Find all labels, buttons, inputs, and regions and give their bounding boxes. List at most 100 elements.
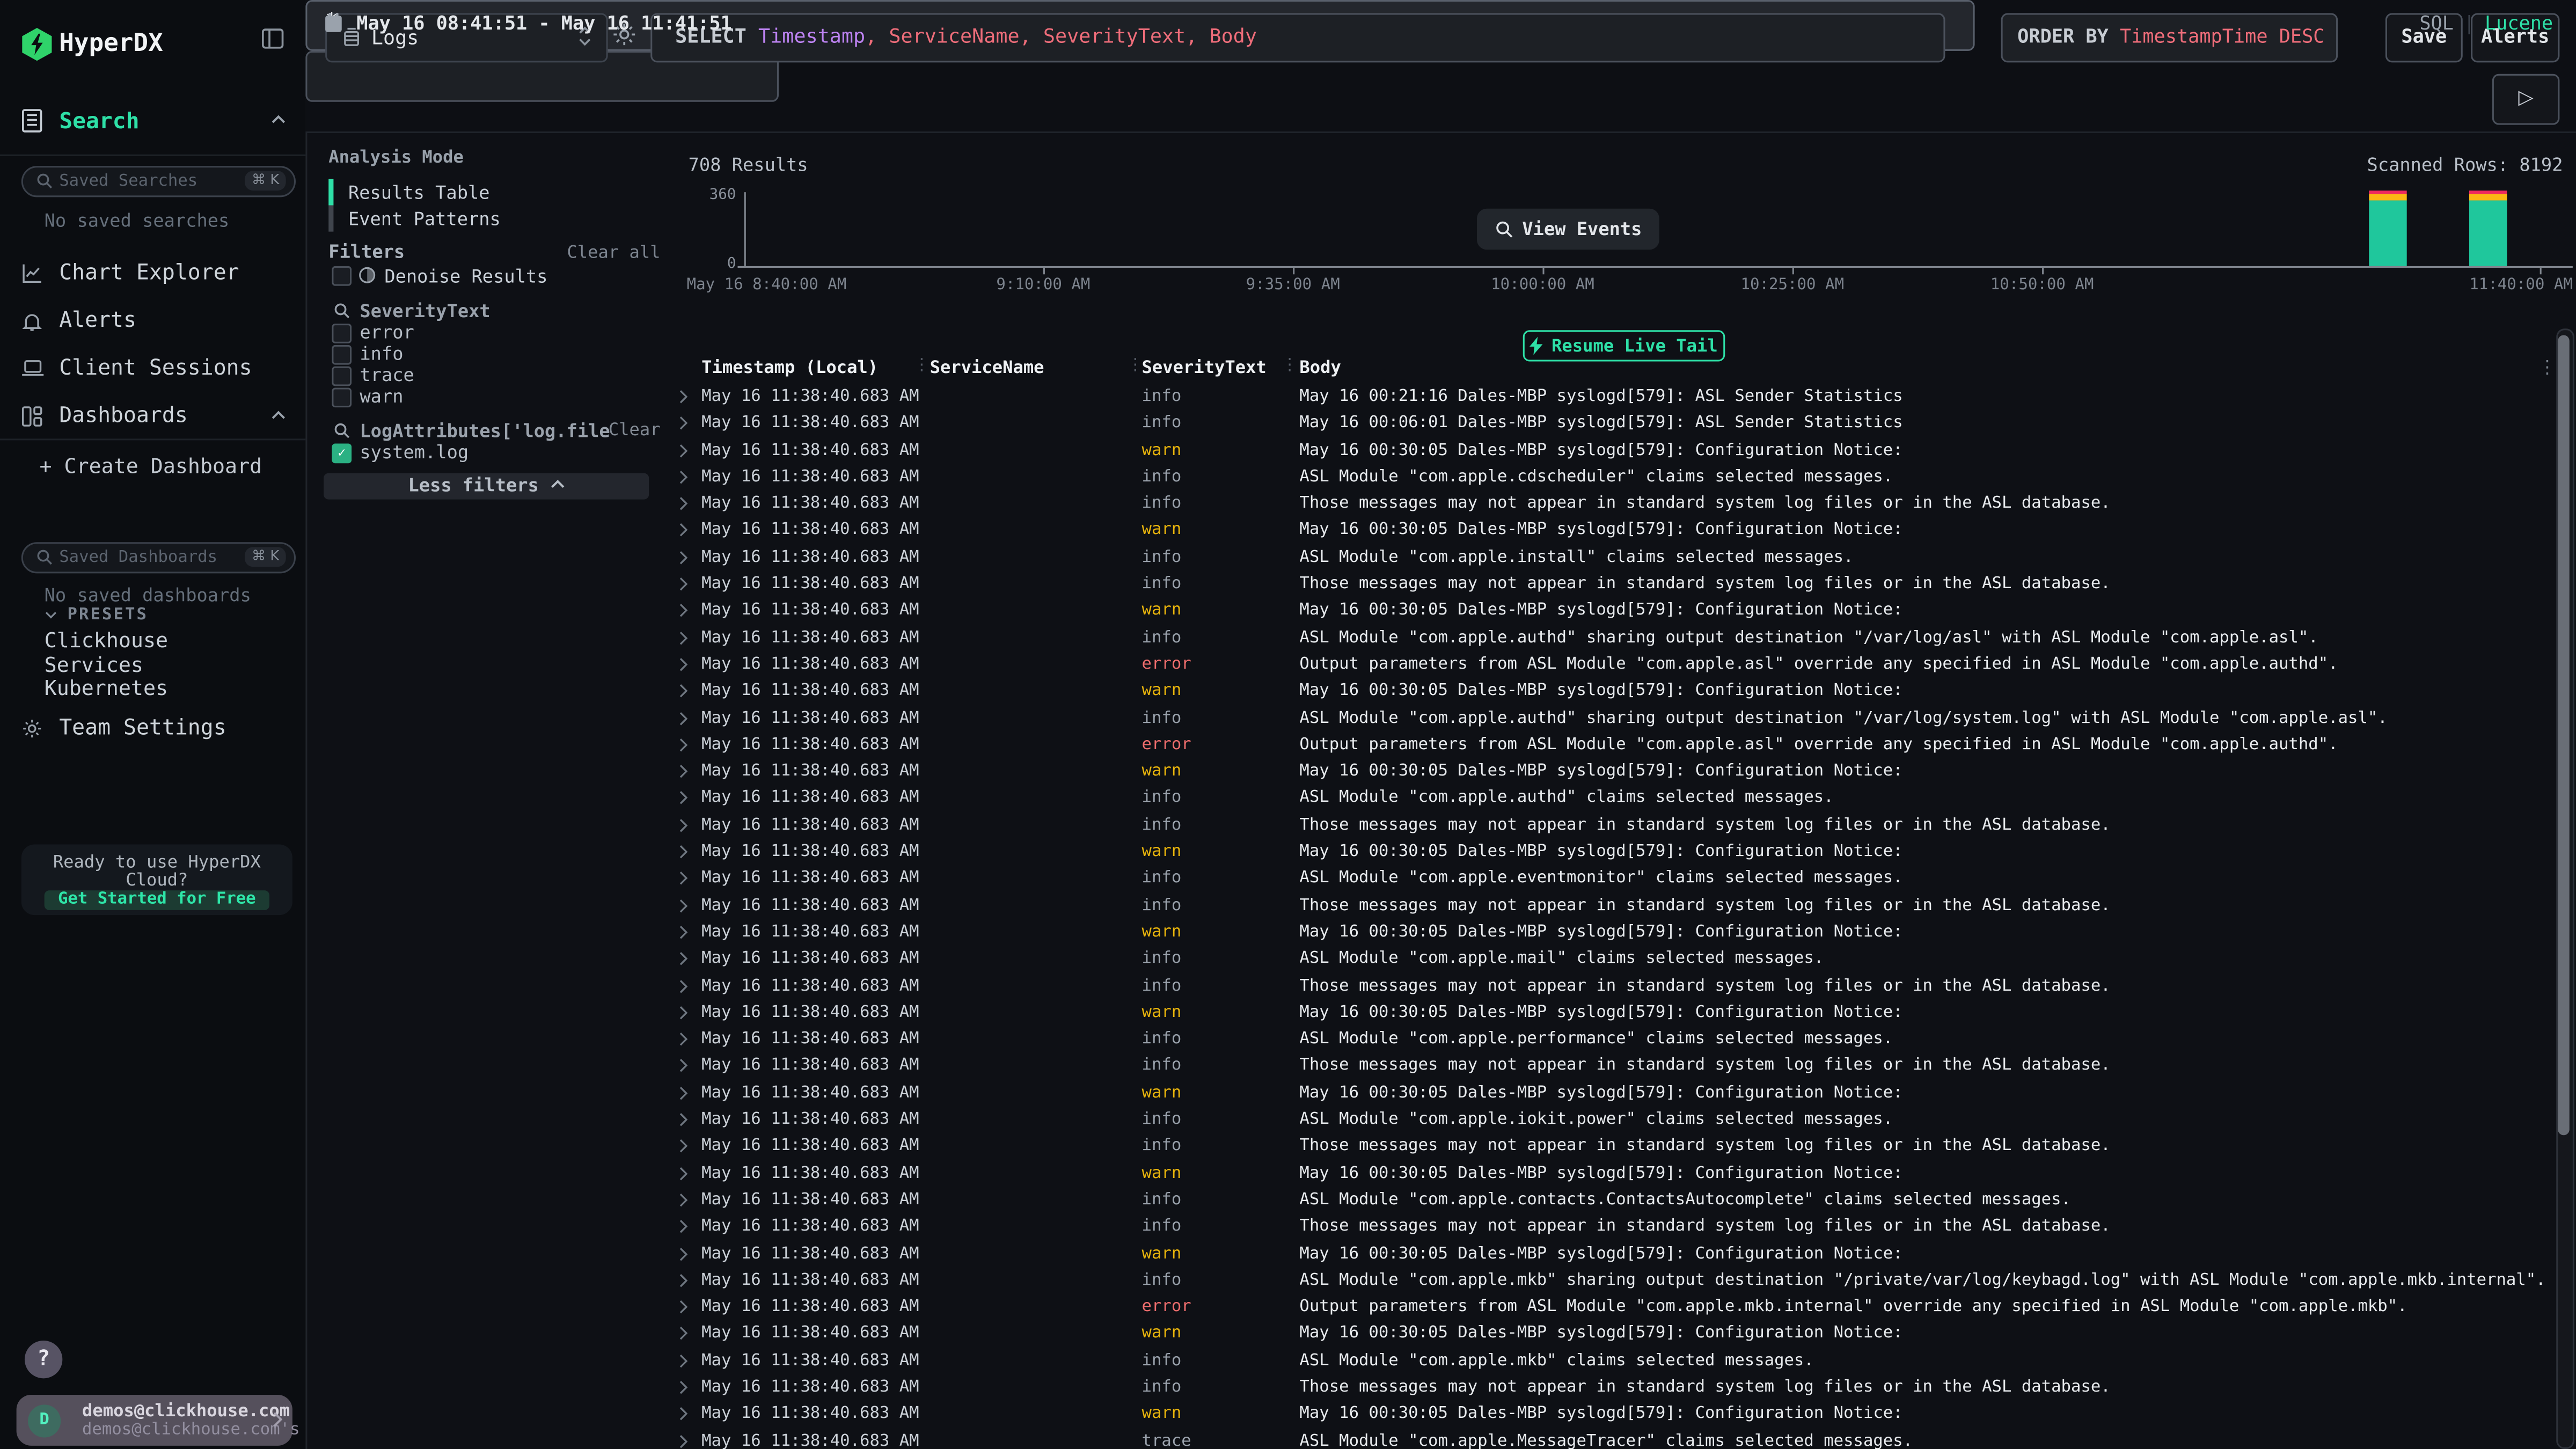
checkbox[interactable]: ✓ <box>332 444 352 464</box>
help-button[interactable]: ? <box>25 1341 62 1378</box>
table-row[interactable]: May 16 11:38:40.683 AMwarnMay 16 00:30:0… <box>657 679 2556 706</box>
table-row[interactable]: May 16 11:38:40.683 AMinfoASL Module "co… <box>657 1348 2556 1375</box>
presets-toggle[interactable]: PRESETS <box>45 606 148 625</box>
table-row[interactable]: May 16 11:38:40.683 AMwarnMay 16 00:30:0… <box>657 1161 2556 1188</box>
table-row[interactable]: May 16 11:38:40.683 AMinfoMay 16 00:06:0… <box>657 411 2556 438</box>
scrollbar-thumb[interactable] <box>2558 335 2569 1135</box>
table-row[interactable]: May 16 11:38:40.683 AMinfoASL Module "co… <box>657 1268 2556 1295</box>
denoise-checkbox[interactable] <box>332 266 352 286</box>
table-row[interactable]: May 16 11:38:40.683 AMerrorOutput parame… <box>657 733 2556 759</box>
histogram-bar[interactable] <box>2369 133 2406 266</box>
view-events-button[interactable]: View Events <box>1477 209 1659 250</box>
column-header-severitytext[interactable]: SeverityText <box>1142 358 1267 378</box>
sidebar-item-chart-explorer[interactable]: Chart Explorer <box>0 250 305 297</box>
table-row[interactable]: May 16 11:38:40.683 AMinfoASL Module "co… <box>657 706 2556 733</box>
expand-chevron-icon[interactable] <box>678 952 688 967</box>
run-query-button[interactable]: ▷ <box>2492 74 2560 125</box>
expand-chevron-icon[interactable] <box>678 631 688 646</box>
less-filters-button[interactable]: Less filters <box>324 473 649 500</box>
expand-chevron-icon[interactable] <box>678 1407 688 1422</box>
expand-chevron-icon[interactable] <box>678 764 688 779</box>
expand-chevron-icon[interactable] <box>678 1139 688 1154</box>
expand-chevron-icon[interactable] <box>678 1273 688 1288</box>
table-row[interactable]: May 16 11:38:40.683 AMinfoASL Module "co… <box>657 545 2556 572</box>
table-row[interactable]: May 16 11:38:40.683 AMwarnMay 16 00:30:0… <box>657 1000 2556 1027</box>
expand-chevron-icon[interactable] <box>678 496 688 511</box>
table-row[interactable]: May 16 11:38:40.683 AMinfoThose messages… <box>657 1375 2556 1402</box>
checkbox[interactable] <box>332 345 352 365</box>
table-row[interactable]: May 16 11:38:40.683 AMinfoThose messages… <box>657 813 2556 840</box>
table-row[interactable]: May 16 11:38:40.683 AMinfoThose messages… <box>657 1134 2556 1161</box>
table-row[interactable]: May 16 11:38:40.683 AMinfoASL Module "co… <box>657 947 2556 974</box>
expand-chevron-icon[interactable] <box>678 925 688 940</box>
table-row[interactable]: May 16 11:38:40.683 AMinfoASL Module "co… <box>657 465 2556 492</box>
column-resize-handle[interactable]: ⋮ <box>913 356 930 375</box>
lang-sql-option[interactable]: SQL <box>2419 11 2454 34</box>
mode-results-table[interactable]: Results Table <box>328 179 641 206</box>
column-resize-handle[interactable]: ⋮ <box>1282 356 1298 375</box>
expand-chevron-icon[interactable] <box>678 818 688 833</box>
expand-chevron-icon[interactable] <box>678 416 688 431</box>
preset-services[interactable]: Services <box>45 652 291 676</box>
expand-chevron-icon[interactable] <box>678 684 688 699</box>
expand-chevron-icon[interactable] <box>678 1433 688 1448</box>
histogram-bar[interactable] <box>2469 133 2507 266</box>
expand-chevron-icon[interactable] <box>678 1059 688 1074</box>
expand-chevron-icon[interactable] <box>678 1380 688 1395</box>
sidebar-item-search[interactable]: Search <box>0 99 305 148</box>
expand-chevron-icon[interactable] <box>678 657 688 672</box>
expand-chevron-icon[interactable] <box>678 1032 688 1047</box>
lang-lucene-option[interactable]: Lucene <box>2485 11 2553 34</box>
table-row[interactable]: May 16 11:38:40.683 AMtraceASL Module "c… <box>657 1429 2556 1449</box>
expand-chevron-icon[interactable] <box>678 737 688 752</box>
get-started-button[interactable]: Get Started for Free <box>45 890 269 910</box>
table-row[interactable]: May 16 11:38:40.683 AMinfoMay 16 00:21:1… <box>657 384 2556 411</box>
user-menu[interactable]: D demos@clickhouse.com demos@clickhouse.… <box>17 1395 292 1446</box>
create-dashboard-button[interactable]: + Create Dashboard <box>39 453 262 478</box>
table-row[interactable]: May 16 11:38:40.683 AMwarnMay 16 00:30:0… <box>657 518 2556 545</box>
table-row[interactable]: May 16 11:38:40.683 AMwarnMay 16 00:30:0… <box>657 1241 2556 1268</box>
sidebar-item-alerts[interactable]: Alerts <box>0 297 305 345</box>
table-row[interactable]: May 16 11:38:40.683 AMwarnMay 16 00:30:0… <box>657 1321 2556 1348</box>
preset-clickhouse[interactable]: Clickhouse <box>45 627 291 652</box>
expand-chevron-icon[interactable] <box>678 1166 688 1181</box>
table-row[interactable]: May 16 11:38:40.683 AMerrorOutput parame… <box>657 1295 2556 1322</box>
checkbox[interactable] <box>332 324 352 343</box>
expand-chevron-icon[interactable] <box>678 845 688 860</box>
table-row[interactable]: May 16 11:38:40.683 AMwarnMay 16 00:30:0… <box>657 920 2556 947</box>
table-row[interactable]: May 16 11:38:40.683 AMinfoThose messages… <box>657 974 2556 1000</box>
expand-chevron-icon[interactable] <box>678 978 688 993</box>
sidebar-item-team-settings[interactable]: Team Settings <box>0 713 305 746</box>
preset-kubernetes[interactable]: Kubernetes <box>45 676 291 700</box>
checkbox[interactable] <box>332 367 352 386</box>
sidebar-item-dashboards[interactable]: Dashboards <box>0 393 305 441</box>
table-row[interactable]: May 16 11:38:40.683 AMwarnMay 16 00:30:0… <box>657 759 2556 786</box>
table-row[interactable]: May 16 11:38:40.683 AMinfoASL Module "co… <box>657 786 2556 813</box>
table-row[interactable]: May 16 11:38:40.683 AMinfoThose messages… <box>657 572 2556 599</box>
table-row[interactable]: May 16 11:38:40.683 AMinfoThose messages… <box>657 1214 2556 1241</box>
saved-dashboards-input[interactable]: Saved Dashboards ⌘ K <box>21 542 296 573</box>
clear-all-button[interactable]: Clear all <box>567 243 660 263</box>
table-row[interactable]: May 16 11:38:40.683 AMerrorOutput parame… <box>657 652 2556 679</box>
expand-chevron-icon[interactable] <box>678 1219 688 1234</box>
scrollbar-track[interactable] <box>2556 328 2574 1449</box>
expand-chevron-icon[interactable] <box>678 1005 688 1020</box>
expand-chevron-icon[interactable] <box>678 1192 688 1208</box>
search-icon[interactable] <box>333 302 350 319</box>
table-row[interactable]: May 16 11:38:40.683 AMinfoASL Module "co… <box>657 1027 2556 1054</box>
column-header-timestamp[interactable]: Timestamp (Local) <box>701 358 878 378</box>
expand-chevron-icon[interactable] <box>678 523 688 538</box>
table-row[interactable]: May 16 11:38:40.683 AMwarnMay 16 00:30:0… <box>657 438 2556 465</box>
table-row[interactable]: May 16 11:38:40.683 AMinfoASL Module "co… <box>657 1188 2556 1214</box>
expand-chevron-icon[interactable] <box>678 1327 688 1342</box>
sidebar-item-client-sessions[interactable]: Client Sessions <box>0 345 305 393</box>
column-header-servicename[interactable]: ServiceName <box>930 358 1044 378</box>
sidebar-collapse-icon[interactable] <box>261 28 284 49</box>
expand-chevron-icon[interactable] <box>678 1086 688 1101</box>
expand-chevron-icon[interactable] <box>678 443 688 458</box>
expand-chevron-icon[interactable] <box>678 1246 688 1261</box>
expand-chevron-icon[interactable] <box>678 1353 688 1368</box>
expand-chevron-icon[interactable] <box>678 550 688 565</box>
table-row[interactable]: May 16 11:38:40.683 AMinfoThose messages… <box>657 893 2556 920</box>
checkbox[interactable] <box>332 387 352 407</box>
